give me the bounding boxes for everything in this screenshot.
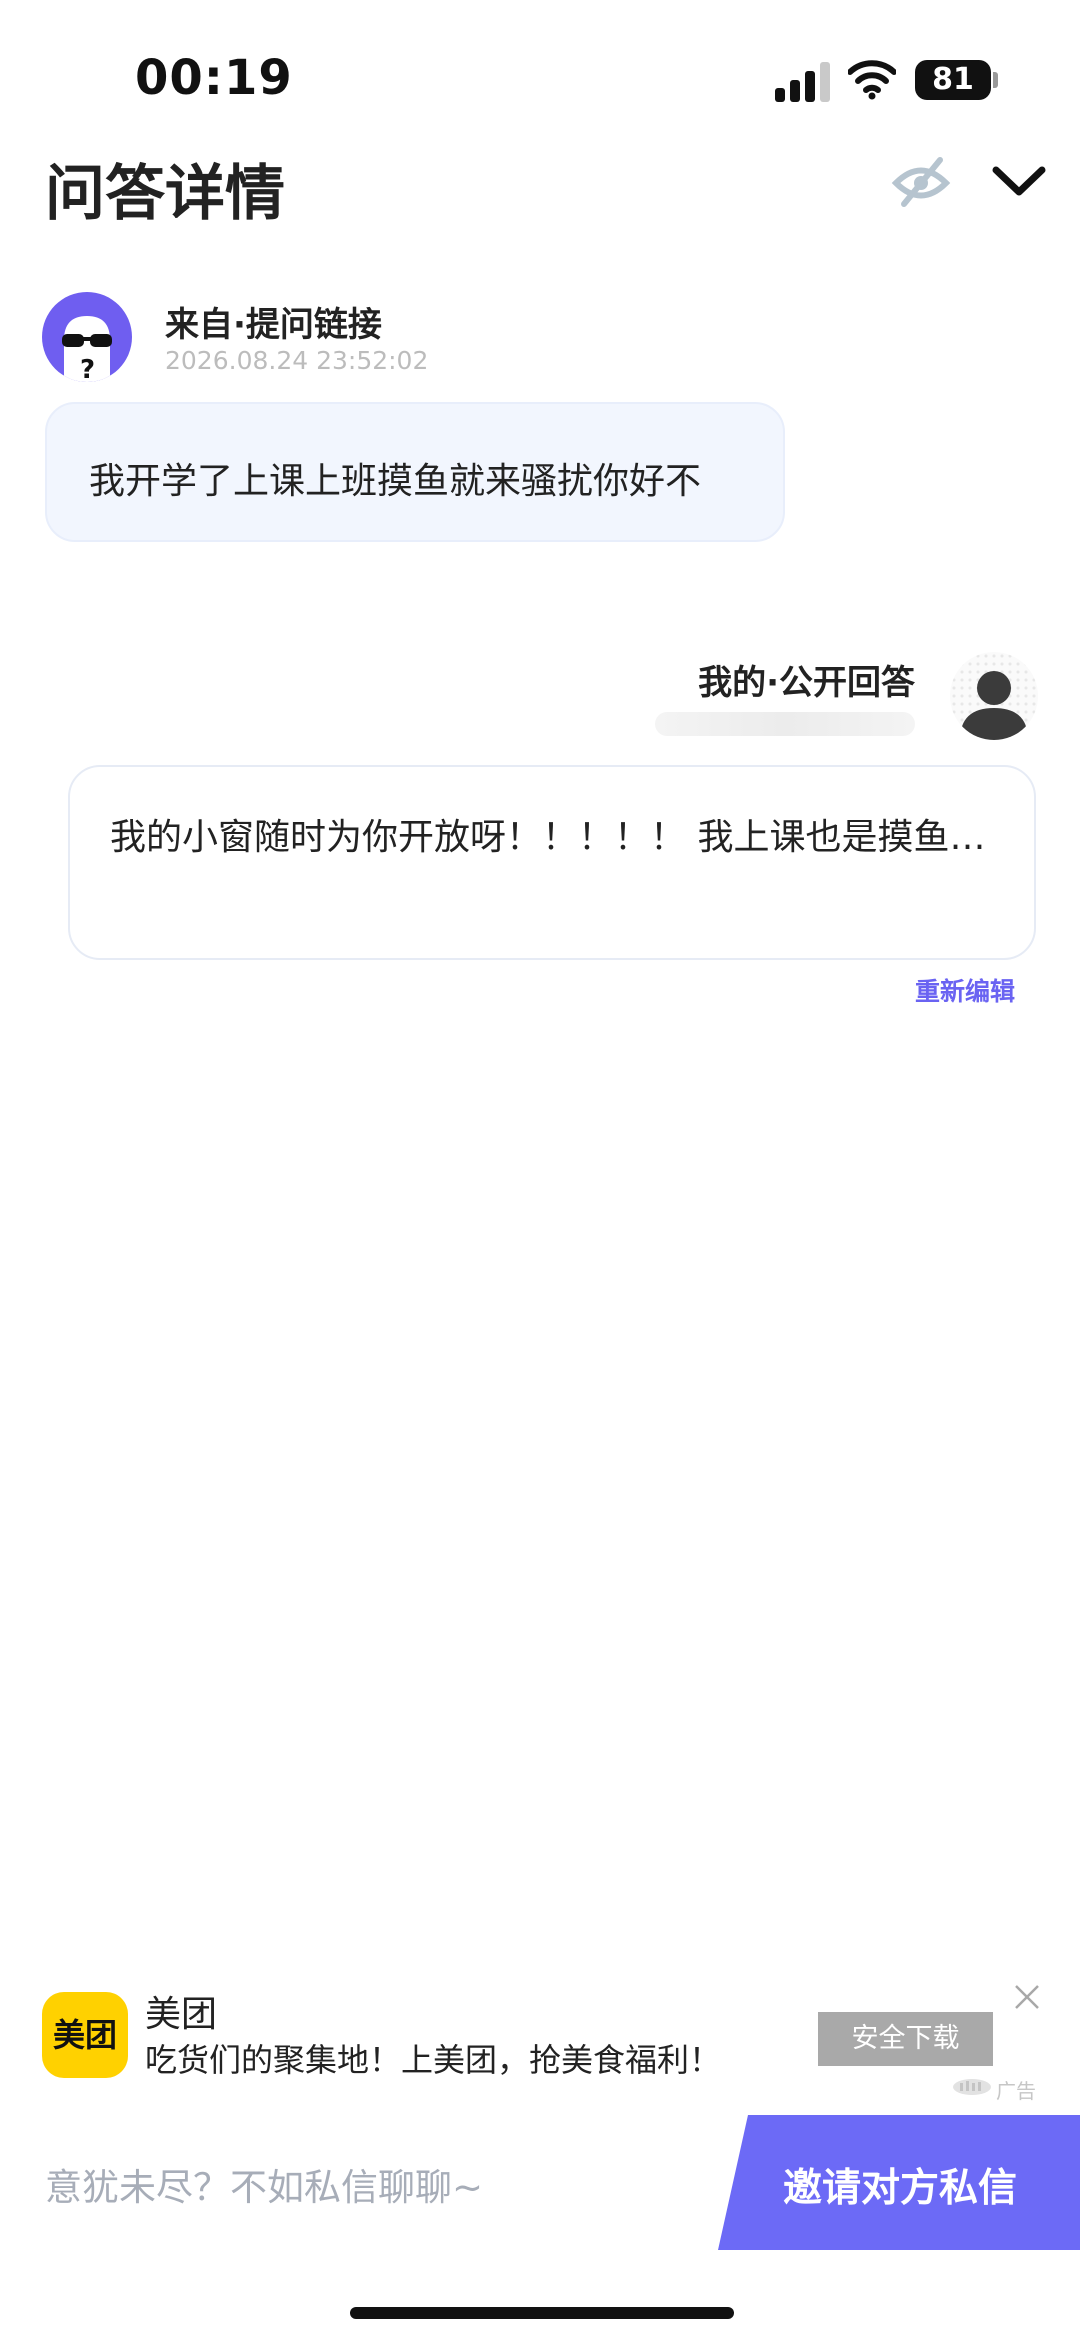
answer-bubble: 我的小窗随时为你开放呀！！！！！ 我上课也是摸鱼… [68,765,1036,960]
home-indicator[interactable] [350,2307,734,2319]
invite-dm-button[interactable]: 邀请对方私信 [718,2115,1080,2250]
answer-text: 我的小窗随时为你开放呀！！！！！ 我上课也是摸鱼… [110,817,986,858]
ad-download-button[interactable]: 安全下载 [818,2012,993,2066]
ad-slogan[interactable]: 吃货们的聚集地！上美团，抢美食福利！ [145,2035,721,2081]
sunglasses-ghost-icon: ? [62,316,112,382]
ad-app-name[interactable]: 美团 [145,1985,217,2037]
question-text: 我开学了上课上班摸鱼就来骚扰你好不 [89,461,702,502]
status-bar: 00:19 81 [0,0,1080,150]
ad-tag: 广告 [996,2079,1036,2103]
question-source: 来自·提问链接 [165,305,382,345]
invite-dm-label: 邀请对方私信 [783,2166,1018,2211]
my-avatar[interactable] [950,652,1038,740]
signal-icon [775,62,830,102]
battery-cap [993,72,998,88]
question-bubble: 我开学了上课上班摸鱼就来骚扰你好不 [45,402,785,542]
chevron-down-icon[interactable] [990,160,1048,202]
page-title: 问答详情 [45,159,285,229]
ad-mark-icon [953,2079,991,2095]
answer-time-blurred [655,712,915,736]
hide-eye-icon[interactable] [890,152,952,214]
meituan-logo[interactable]: 美团 [42,1992,128,2078]
wifi-icon [848,60,896,100]
bottom-bar: 意犹未尽？不如私信聊聊~ 邀请对方私信 [0,2115,1080,2250]
svg-text:?: ? [80,355,95,382]
default-user-icon [960,671,1028,740]
battery-icon: 81 [915,60,991,100]
dm-prompt[interactable]: 意犹未尽？不如私信聊聊~ [45,2157,483,2211]
close-icon[interactable] [1010,1980,1044,2014]
answer-label: 我的·公开回答 [698,663,915,703]
asker-avatar[interactable]: ? [42,292,132,382]
re-edit-button[interactable]: 重新编辑 [915,972,1015,1008]
question-time: 2026.08.24 23:52:02 [165,346,429,375]
status-time: 00:19 [135,50,293,106]
